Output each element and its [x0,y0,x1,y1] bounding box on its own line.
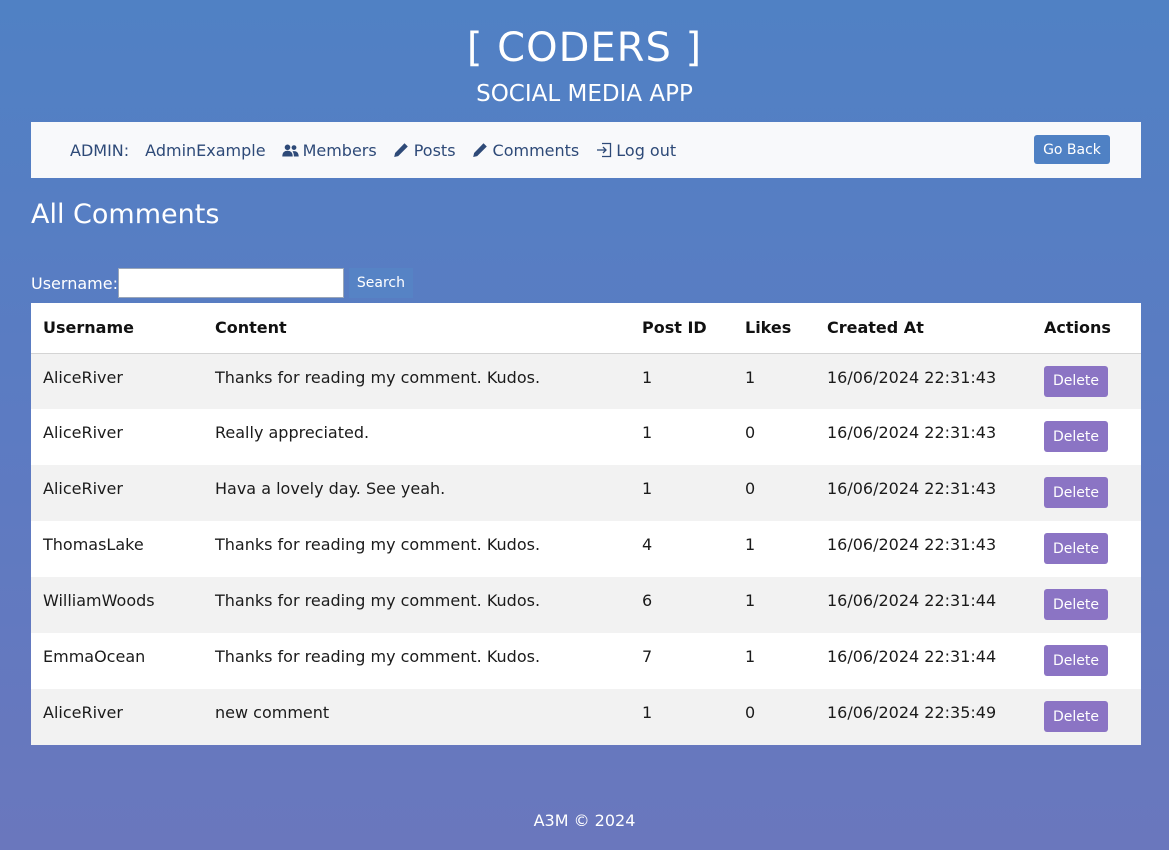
app-subtitle: SOCIAL MEDIA APP [476,81,693,107]
pencil-icon [393,142,410,158]
cell-username: AliceRiver [43,479,123,498]
cell-created-at: 16/06/2024 22:31:44 [827,647,997,666]
admin-name: AdminExample [145,140,266,160]
table-row: AliceRiver Hava a lovely day. See yeah. … [31,465,1141,521]
cell-actions: Delete [1032,633,1141,689]
cell-created-at: 16/06/2024 22:31:44 [827,591,997,610]
table-row: ThomasLake Thanks for reading my comment… [31,521,1141,577]
table-row: EmmaOcean Thanks for reading my comment.… [31,633,1141,689]
cell-content: Really appreciated. [215,423,370,442]
nav-members-label: Members [302,140,377,160]
cell-likes: 1 [745,367,756,387]
cell-created-at: 16/06/2024 22:31:43 [827,479,997,498]
column-header-actions: Actions [1044,318,1111,338]
cell-content: Hava a lovely day. See yeah. [215,479,446,498]
admin-navbar: ADMIN: AdminExample Members Posts Commen… [31,122,1141,178]
admin-name-link[interactable]: AdminExample [145,141,265,160]
cell-likes: 1 [745,591,756,610]
cell-post-id: 1 [642,423,653,442]
nav-comments-link[interactable]: Comments [472,140,580,160]
cell-content: Thanks for reading my comment. Kudos. [215,367,541,387]
cell-post-id: 1 [642,703,653,722]
cell-username: AliceRiver [43,703,123,722]
cell-content: Thanks for reading my comment. Kudos. [215,591,541,610]
cell-created-at: 16/06/2024 22:31:43 [827,423,997,442]
cell-likes: 0 [745,479,756,498]
cell-likes: 0 [745,703,756,722]
delete-button[interactable]: Delete [1044,589,1108,620]
cell-created-at: 16/06/2024 22:31:43 [827,535,997,554]
admin-label: ADMIN: [70,140,130,160]
nav-posts-label: Posts [413,140,456,160]
cell-created-at: 16/06/2024 22:31:43 [827,367,997,387]
column-header-username: Username [43,318,134,338]
cell-actions: Delete [1032,577,1141,633]
delete-button[interactable]: Delete [1044,477,1108,508]
cell-actions: Delete [1032,465,1141,521]
username-search-input[interactable] [117,268,344,298]
cell-actions: Delete [1032,689,1141,745]
search-label: Username: [31,273,118,293]
cell-post-id: 1 [642,367,653,387]
delete-button[interactable]: Delete [1044,421,1108,452]
cell-actions: Delete [1032,521,1141,577]
go-back-button[interactable]: Go Back [1034,135,1110,164]
cell-username: WilliamWoods [43,591,155,610]
nav-comments-label: Comments [492,140,580,160]
table-row: WilliamWoods Thanks for reading my comme… [31,577,1141,633]
cell-username: AliceRiver [43,367,123,387]
cell-username: AliceRiver [43,423,123,442]
users-icon [281,142,299,158]
log-out-icon [595,142,612,158]
cell-post-id: 1 [642,479,653,498]
nav-logout-label: Log out [616,140,677,160]
cell-username: EmmaOcean [43,647,146,666]
cell-content: Thanks for reading my comment. Kudos. [215,535,541,554]
nav-members-link[interactable]: Members [281,140,377,160]
page-title: All Comments [31,199,220,230]
delete-button[interactable]: Delete [1044,365,1108,397]
table-row: AliceRiver Thanks for reading my comment… [31,353,1141,409]
table-row: AliceRiver new comment 1 0 16/06/2024 22… [31,689,1141,745]
cell-actions: Delete [1032,409,1141,465]
app-title: [ CODERS ] [466,25,703,71]
cell-likes: 1 [745,647,756,666]
comments-table: Username Content Post ID Likes Created A… [31,303,1141,745]
delete-button[interactable]: Delete [1044,645,1108,676]
cell-created-at: 16/06/2024 22:35:49 [827,703,997,722]
cell-post-id: 6 [642,591,653,610]
cell-username: ThomasLake [43,535,144,554]
search-button[interactable]: Search [348,268,413,298]
nav-posts-link[interactable]: Posts [393,141,456,160]
delete-button[interactable]: Delete [1044,701,1108,732]
pencil-icon [472,142,489,158]
table-header-row: Username Content Post ID Likes Created A… [31,303,1141,353]
table-row: AliceRiver Really appreciated. 1 0 16/06… [31,409,1141,465]
nav-items: ADMIN: AdminExample Members Posts Commen… [70,122,692,178]
comments-table-container: Username Content Post ID Likes Created A… [31,303,1141,745]
column-header-likes: Likes [745,318,792,338]
delete-button[interactable]: Delete [1044,533,1108,564]
cell-content: Thanks for reading my comment. Kudos. [215,647,541,666]
cell-post-id: 7 [642,647,653,666]
cell-post-id: 4 [642,535,653,554]
cell-likes: 0 [745,423,756,442]
column-header-content: Content [215,318,287,338]
cell-actions: Delete [1032,353,1141,409]
cell-content: new comment [215,703,330,722]
page-footer: A3M © 2024 [533,811,636,830]
column-header-created-at: Created At [827,318,924,338]
nav-logout-link[interactable]: Log out [595,141,676,160]
search-form: Username: Search [31,268,413,298]
column-header-post-id: Post ID [642,318,707,338]
cell-likes: 1 [745,535,756,554]
